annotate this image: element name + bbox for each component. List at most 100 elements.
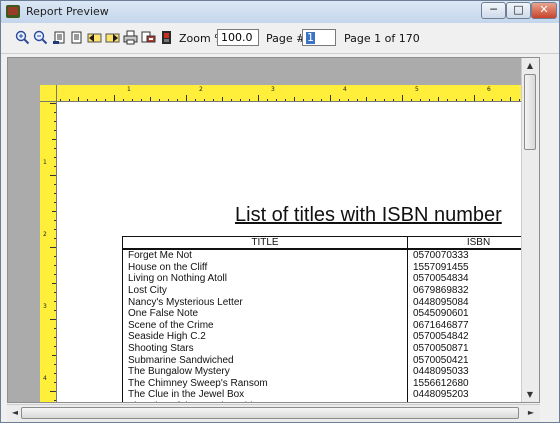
ruler-tick — [321, 99, 322, 101]
ruler-tick — [384, 99, 385, 101]
horizontal-scroll-thumb[interactable] — [21, 407, 519, 419]
minimize-button[interactable]: ─ — [481, 2, 506, 19]
ruler-tick — [54, 265, 56, 266]
ruler-tick — [339, 99, 340, 101]
ruler-tick — [54, 256, 56, 257]
ruler-tick — [52, 139, 56, 140]
print-setup-icon — [141, 31, 155, 43]
page-status: Page 1 of 170 — [344, 32, 420, 45]
table-row: Living on Nothing Atoll 0570054834 — [122, 273, 539, 285]
table-row: Scene of the Crime 0671646877 — [122, 319, 539, 332]
app-icon — [6, 5, 20, 18]
ruler-tick — [438, 97, 439, 101]
ruler-tick — [54, 130, 56, 131]
ruler-tick — [54, 184, 56, 185]
vertical-scrollbar[interactable]: ▲ ▼ — [521, 58, 539, 402]
ruler-tick — [240, 99, 241, 101]
first-page-button[interactable] — [51, 29, 67, 46]
title-cell: The Clue in the Jewel Box — [122, 389, 408, 401]
ruler-tick — [54, 274, 56, 275]
ruler-tick — [294, 97, 295, 101]
ruler-tick — [429, 99, 430, 101]
back-arrow-icon — [87, 33, 101, 43]
ruler-tick — [483, 99, 484, 101]
table-row: Submarine Sandwiched 0570050421 — [122, 354, 539, 366]
ruler-tick — [150, 97, 151, 101]
forward-button[interactable] — [104, 29, 120, 46]
ruler-tick — [465, 99, 466, 101]
maximize-button[interactable]: □ — [506, 2, 531, 19]
ruler-tick — [54, 166, 56, 167]
ruler-tick — [54, 112, 56, 113]
ruler-number: 5 — [415, 86, 419, 93]
print-button[interactable] — [122, 29, 138, 46]
ruler-tick — [141, 99, 142, 101]
scroll-down-icon[interactable]: ▼ — [523, 388, 537, 402]
title-cell: The Chimney Sweep's Ransom — [122, 377, 408, 390]
ruler-tick — [54, 400, 56, 401]
exit-button[interactable] — [158, 29, 174, 46]
table-row: The Chimney Sweep's Ransom 1556612680 — [122, 377, 539, 390]
exit-icon — [161, 31, 171, 44]
ruler-tick — [222, 97, 223, 101]
ruler-tick — [54, 229, 56, 230]
ruler-tick — [177, 99, 178, 101]
ruler-tick — [50, 319, 56, 320]
ruler-tick — [54, 148, 56, 149]
ruler-number: 2 — [43, 231, 47, 238]
page-number-input[interactable]: 1 — [302, 29, 336, 46]
scroll-left-icon[interactable]: ◄ — [8, 406, 22, 420]
ruler-tick — [54, 202, 56, 203]
ruler-tick — [78, 97, 79, 101]
ruler-tick — [357, 99, 358, 101]
table-row: The Bungalow Mystery 0448095033 — [122, 365, 539, 378]
table-row: Shooting Stars 0570050871 — [122, 342, 539, 355]
page-number-value: 1 — [306, 31, 315, 44]
scroll-up-icon[interactable]: ▲ — [523, 59, 537, 73]
zoom-out-button[interactable] — [32, 29, 48, 46]
ruler-tick — [348, 99, 349, 101]
zoom-in-button[interactable] — [14, 29, 30, 46]
ruler-tick — [54, 238, 56, 239]
table-body: Forget Me Not 0570070333 House on the Clif… — [122, 249, 539, 402]
zoom-input[interactable] — [217, 29, 259, 46]
ruler-tick — [366, 97, 367, 101]
forward-arrow-icon — [105, 33, 119, 43]
ruler-tick — [411, 99, 412, 101]
ruler-tick — [276, 99, 277, 101]
ruler-tick — [474, 95, 475, 101]
ruler-tick — [54, 346, 56, 347]
back-button[interactable] — [86, 29, 102, 46]
horizontal-ruler: 1 2 3 4 5 6 — [40, 85, 535, 102]
vertical-scroll-thumb[interactable] — [524, 74, 536, 150]
ruler-tick — [54, 292, 56, 293]
ruler-number: 1 — [127, 86, 131, 93]
print-setup-button[interactable] — [140, 29, 156, 46]
ruler-tick — [105, 99, 106, 101]
ruler-tick — [267, 99, 268, 101]
title-cell: Living on Nothing Atoll — [122, 273, 408, 285]
ruler-tick — [54, 310, 56, 311]
ruler-tick — [285, 99, 286, 101]
size-grip[interactable] — [542, 404, 559, 422]
ruler-tick — [375, 99, 376, 101]
title-cell: House on the Cliff — [122, 261, 408, 274]
ruler-number: 6 — [487, 86, 491, 93]
preview-viewport[interactable]: List of titles with ISBN number TITLE IS… — [7, 57, 540, 403]
print-icon — [123, 30, 137, 45]
scroll-right-icon[interactable]: ► — [524, 406, 538, 420]
title-bar[interactable]: Report Preview ─ □ ✕ — [1, 1, 559, 24]
title-cell: Seaside High C.2 — [122, 331, 408, 343]
ruler-tick — [402, 95, 403, 101]
ruler-number: 4 — [43, 375, 47, 382]
ruler-tick — [54, 301, 56, 302]
ruler-number: 4 — [343, 86, 347, 93]
horizontal-scrollbar[interactable]: ◄ ► — [7, 404, 540, 422]
report-page: List of titles with ISBN number TITLE IS… — [40, 85, 539, 402]
prev-page-button[interactable] — [68, 29, 84, 46]
ruler-tick — [510, 97, 511, 101]
close-button[interactable]: ✕ — [531, 2, 557, 19]
ruler-tick — [52, 355, 56, 356]
column-header-title: TITLE — [122, 236, 408, 250]
table-row: Forget Me Not 0570070333 — [122, 249, 539, 262]
